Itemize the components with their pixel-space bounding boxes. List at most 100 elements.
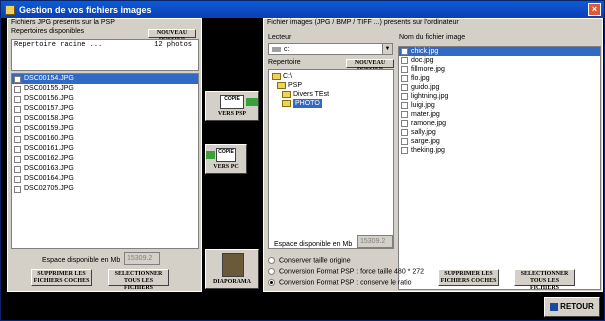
psp-space-value: 15309.2 [124,252,160,265]
checkbox[interactable] [401,129,408,136]
copy-to-psp-top: COPIE [220,95,244,109]
checkbox[interactable] [14,85,21,93]
psp-file-name: DSC00160.JPG [24,135,74,142]
filename-label: Nom du fichier image [399,34,466,41]
psp-delete-label-2: FICHIERS COCHES [33,278,90,284]
window-title: Gestion de vos fichiers images [19,4,152,15]
checkbox[interactable] [14,165,21,173]
tree-node[interactable]: Divers TEst [271,90,391,99]
slideshow-button[interactable]: DIAPORAMA [205,249,259,289]
conversion-option[interactable]: Conversion Format PSP : conserve le rati… [268,279,424,290]
checkbox[interactable] [14,135,21,143]
checkbox[interactable] [14,95,21,103]
psp-file-list[interactable]: DSC00154.JPG DSC00155.JPG DSC00156.JPG DSC0… [11,73,199,249]
psp-folder-count: 12 photos [154,41,192,49]
folder-icon [282,100,291,107]
checkbox[interactable] [14,125,21,133]
psp-file-row[interactable]: DSC02705.JPG [12,184,198,194]
folder-icon [282,91,291,98]
checkbox[interactable] [14,155,21,163]
psp-file-row[interactable]: DSC00161.JPG [12,144,198,154]
pc-file-row[interactable]: theking.jpg [399,146,600,155]
psp-file-name: DSC02705.JPG [24,185,74,192]
checkbox[interactable] [14,145,21,153]
copy-to-pc-button[interactable]: COPIE VERS PC [205,144,247,174]
pc-select-all-button[interactable]: SELECTIONNER TOUS LES FICHIERS [514,269,575,291]
checkbox[interactable] [14,115,21,123]
psp-section-label: Fichiers JPG presents sur la PSP [11,19,115,26]
psp-file-row[interactable]: DSC00163.JPG [12,164,198,174]
radio-button[interactable] [268,279,275,286]
psp-file-row[interactable]: DSC00162.JPG [12,154,198,164]
conversion-option[interactable]: Conversion Format PSP : force taille 480… [268,268,424,279]
checkbox[interactable] [401,138,408,145]
tree-node-label: PSP [288,82,303,89]
pc-select-label-2: TOUS LES FICHIERS [529,278,560,291]
checkbox[interactable] [401,66,408,73]
checkbox[interactable] [401,84,408,91]
tree-node-label: C:\ [283,73,292,80]
psp-folder-list[interactable]: Repertoire racine ... 12 photos [11,39,199,71]
checkbox[interactable] [14,185,21,193]
tree-node[interactable]: PHOTO [271,99,391,108]
psp-file-row[interactable]: DSC00164.JPG [12,174,198,184]
folder-tree[interactable]: C:\ PSP Divers TEst PHOTO [268,69,394,249]
checkbox[interactable] [401,102,408,109]
checkbox[interactable] [401,75,408,82]
checkbox[interactable] [14,75,21,83]
checkbox[interactable] [14,175,21,183]
title-bar: Gestion de vos fichiers images × [1,1,604,18]
radio-button[interactable] [268,268,275,275]
psp-delete-button[interactable]: SUPPRIMER LES FICHIERS COCHES [31,269,92,286]
checkbox[interactable] [401,147,408,154]
pc-delete-label-2: FICHIERS COCHES [440,278,497,284]
conversion-option[interactable]: Conserver taille origine [268,257,424,268]
psp-file-row[interactable]: DSC00156.JPG [12,94,198,104]
psp-file-row[interactable]: DSC00159.JPG [12,124,198,134]
psp-new-folder-button[interactable]: NOUVEAU DOSSIER [148,29,196,43]
checkbox[interactable] [401,111,408,118]
drive-icon [272,46,281,52]
arrow-left-icon [246,98,258,106]
pc-delete-label-1: SUPPRIMER LES [444,271,493,277]
psp-select-all-button[interactable]: SELECTIONNER TOUS LES FICHIERS [108,269,169,291]
checkbox[interactable] [401,93,408,100]
checkbox[interactable] [401,57,408,64]
back-button[interactable]: RETOUR [544,297,600,317]
psp-file-name: DSC00162.JPG [24,155,74,162]
psp-file-row[interactable]: DSC00157.JPG [12,104,198,114]
chevron-down-icon[interactable]: ▼ [382,44,392,54]
drive-value: c: [284,45,290,53]
radio-button[interactable] [268,257,275,264]
pc-space-value: 15309.2 [357,235,393,248]
back-label: RETOUR [560,302,594,311]
psp-file-name: DSC00164.JPG [24,175,74,182]
psp-file-row[interactable]: DSC00160.JPG [12,134,198,144]
pc-new-folder-button[interactable]: NOUVEAU DOSSIER [346,59,394,73]
conversion-option-label: Conversion Format PSP : conserve le rati… [279,279,412,287]
psp-file-row[interactable]: DSC00154.JPG [12,74,198,84]
pc-delete-button[interactable]: SUPPRIMER LES FICHIERS COCHES [438,269,499,286]
conversion-options: Conserver taille origine Conversion Forma… [268,257,424,290]
pc-file-name: theking.jpg [411,146,445,154]
tree-node-label: Divers TEst [293,91,330,98]
psp-space-label: Espace disponible en Mb [42,257,121,264]
close-icon[interactable]: × [588,3,601,16]
psp-select-label-2: TOUS LES FICHIERS [123,278,154,291]
copy-to-psp-button[interactable]: COPIE VERS PSP [205,91,259,121]
psp-file-name: DSC00157.JPG [24,105,74,112]
tree-node[interactable]: C:\ [271,72,391,81]
copy-to-psp-label: VERS PSP [217,111,247,117]
psp-folder-row[interactable]: Repertoire racine ... 12 photos [12,40,198,50]
psp-file-row[interactable]: DSC00155.JPG [12,84,198,94]
checkbox[interactable] [401,48,408,55]
checkbox[interactable] [401,120,408,127]
pc-panel: Fichier images (JPG / BMP / TIFF ...) pr… [263,18,603,292]
psp-file-name: DSC00155.JPG [24,85,74,92]
psp-file-row[interactable]: DSC00158.JPG [12,114,198,124]
drive-select[interactable]: c: ▼ [268,43,393,55]
pc-file-list[interactable]: chick.jpg doc.jpg fillmore.jpg flo.jpg guido… [398,46,601,290]
checkbox[interactable] [14,105,21,113]
copy-to-pc-label: VERS PC [213,164,239,170]
tree-node[interactable]: PSP [271,81,391,90]
